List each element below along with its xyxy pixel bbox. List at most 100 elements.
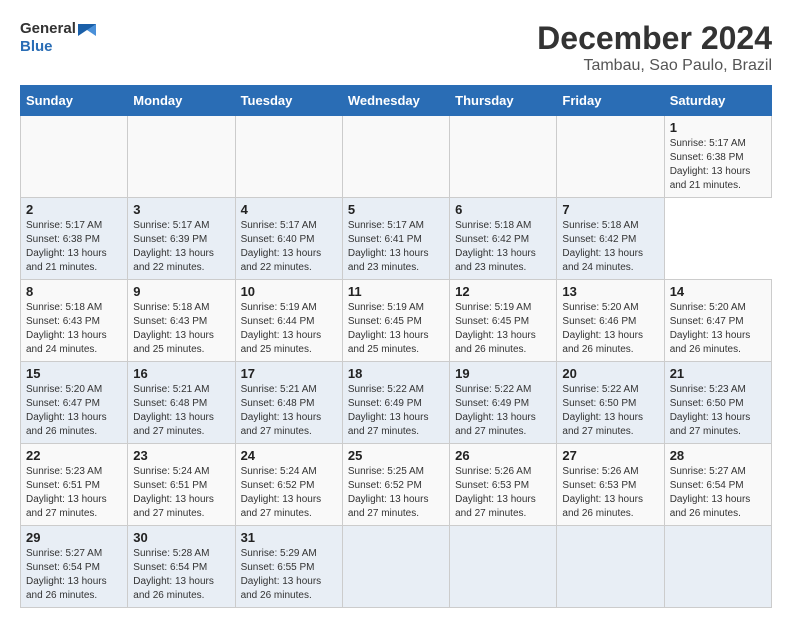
day-cell-22: 22 Sunrise: 5:23 AMSunset: 6:51 PMDaylig… bbox=[21, 444, 128, 526]
day-number: 14 bbox=[670, 284, 766, 299]
day-cell-4: 4 Sunrise: 5:17 AMSunset: 6:40 PMDayligh… bbox=[235, 198, 342, 280]
day-cell-21: 21 Sunrise: 5:23 AMSunset: 6:50 PMDaylig… bbox=[664, 362, 771, 444]
day-info: Sunrise: 5:18 AMSunset: 6:43 PMDaylight:… bbox=[26, 301, 122, 357]
header-sunday: Sunday bbox=[21, 86, 128, 116]
day-info: Sunrise: 5:17 AMSunset: 6:39 PMDaylight:… bbox=[133, 219, 229, 275]
day-info: Sunrise: 5:21 AMSunset: 6:48 PMDaylight:… bbox=[241, 383, 337, 439]
title-area: December 2024 Tambau, Sao Paulo, Brazil bbox=[537, 20, 772, 75]
day-info: Sunrise: 5:29 AMSunset: 6:55 PMDaylight:… bbox=[241, 547, 337, 603]
day-number: 5 bbox=[348, 202, 444, 217]
day-number: 26 bbox=[455, 448, 551, 463]
empty-cell bbox=[128, 116, 235, 198]
month-title: December 2024 bbox=[537, 20, 772, 57]
day-cell-1: 1 Sunrise: 5:17 AMSunset: 6:38 PMDayligh… bbox=[664, 116, 771, 198]
logo: General Blue bbox=[20, 20, 96, 56]
day-number: 16 bbox=[133, 366, 229, 381]
week-row-2: 8 Sunrise: 5:18 AMSunset: 6:43 PMDayligh… bbox=[21, 280, 772, 362]
day-info: Sunrise: 5:21 AMSunset: 6:48 PMDaylight:… bbox=[133, 383, 229, 439]
day-number: 8 bbox=[26, 284, 122, 299]
day-info: Sunrise: 5:19 AMSunset: 6:45 PMDaylight:… bbox=[455, 301, 551, 357]
header-saturday: Saturday bbox=[664, 86, 771, 116]
day-cell-23: 23 Sunrise: 5:24 AMSunset: 6:51 PMDaylig… bbox=[128, 444, 235, 526]
day-cell-5: 5 Sunrise: 5:17 AMSunset: 6:41 PMDayligh… bbox=[342, 198, 449, 280]
day-cell-31: 31 Sunrise: 5:29 AMSunset: 6:55 PMDaylig… bbox=[235, 526, 342, 608]
day-number: 1 bbox=[670, 120, 766, 135]
day-number: 21 bbox=[670, 366, 766, 381]
empty-cell bbox=[21, 116, 128, 198]
day-cell-8: 8 Sunrise: 5:18 AMSunset: 6:43 PMDayligh… bbox=[21, 280, 128, 362]
day-number: 29 bbox=[26, 530, 122, 545]
day-cell-28: 28 Sunrise: 5:27 AMSunset: 6:54 PMDaylig… bbox=[664, 444, 771, 526]
day-info: Sunrise: 5:27 AMSunset: 6:54 PMDaylight:… bbox=[670, 465, 766, 521]
day-number: 23 bbox=[133, 448, 229, 463]
day-cell-10: 10 Sunrise: 5:19 AMSunset: 6:44 PMDaylig… bbox=[235, 280, 342, 362]
location: Tambau, Sao Paulo, Brazil bbox=[537, 57, 772, 75]
day-number: 10 bbox=[241, 284, 337, 299]
day-info: Sunrise: 5:18 AMSunset: 6:42 PMDaylight:… bbox=[562, 219, 658, 275]
header-friday: Friday bbox=[557, 86, 664, 116]
day-number: 11 bbox=[348, 284, 444, 299]
day-info: Sunrise: 5:20 AMSunset: 6:47 PMDaylight:… bbox=[670, 301, 766, 357]
day-number: 12 bbox=[455, 284, 551, 299]
day-number: 18 bbox=[348, 366, 444, 381]
day-cell-12: 12 Sunrise: 5:19 AMSunset: 6:45 PMDaylig… bbox=[450, 280, 557, 362]
day-number: 13 bbox=[562, 284, 658, 299]
day-number: 7 bbox=[562, 202, 658, 217]
day-info: Sunrise: 5:17 AMSunset: 6:38 PMDaylight:… bbox=[670, 137, 766, 193]
day-number: 2 bbox=[26, 202, 122, 217]
day-info: Sunrise: 5:27 AMSunset: 6:54 PMDaylight:… bbox=[26, 547, 122, 603]
day-info: Sunrise: 5:19 AMSunset: 6:44 PMDaylight:… bbox=[241, 301, 337, 357]
day-cell-13: 13 Sunrise: 5:20 AMSunset: 6:46 PMDaylig… bbox=[557, 280, 664, 362]
day-cell-11: 11 Sunrise: 5:19 AMSunset: 6:45 PMDaylig… bbox=[342, 280, 449, 362]
week-row-1: 2 Sunrise: 5:17 AMSunset: 6:38 PMDayligh… bbox=[21, 198, 772, 280]
day-number: 4 bbox=[241, 202, 337, 217]
header-wednesday: Wednesday bbox=[342, 86, 449, 116]
header-thursday: Thursday bbox=[450, 86, 557, 116]
day-cell-20: 20 Sunrise: 5:22 AMSunset: 6:50 PMDaylig… bbox=[557, 362, 664, 444]
day-info: Sunrise: 5:20 AMSunset: 6:47 PMDaylight:… bbox=[26, 383, 122, 439]
week-row-0: 1 Sunrise: 5:17 AMSunset: 6:38 PMDayligh… bbox=[21, 116, 772, 198]
day-number: 17 bbox=[241, 366, 337, 381]
day-info: Sunrise: 5:19 AMSunset: 6:45 PMDaylight:… bbox=[348, 301, 444, 357]
day-cell-19: 19 Sunrise: 5:22 AMSunset: 6:49 PMDaylig… bbox=[450, 362, 557, 444]
empty-cell bbox=[342, 116, 449, 198]
day-info: Sunrise: 5:18 AMSunset: 6:42 PMDaylight:… bbox=[455, 219, 551, 275]
day-info: Sunrise: 5:20 AMSunset: 6:46 PMDaylight:… bbox=[562, 301, 658, 357]
day-number: 9 bbox=[133, 284, 229, 299]
day-info: Sunrise: 5:26 AMSunset: 6:53 PMDaylight:… bbox=[562, 465, 658, 521]
empty-cell bbox=[450, 526, 557, 608]
day-cell-3: 3 Sunrise: 5:17 AMSunset: 6:39 PMDayligh… bbox=[128, 198, 235, 280]
header-row: SundayMondayTuesdayWednesdayThursdayFrid… bbox=[21, 86, 772, 116]
day-number: 22 bbox=[26, 448, 122, 463]
day-info: Sunrise: 5:24 AMSunset: 6:52 PMDaylight:… bbox=[241, 465, 337, 521]
empty-cell bbox=[342, 526, 449, 608]
day-cell-2: 2 Sunrise: 5:17 AMSunset: 6:38 PMDayligh… bbox=[21, 198, 128, 280]
day-info: Sunrise: 5:22 AMSunset: 6:49 PMDaylight:… bbox=[348, 383, 444, 439]
day-info: Sunrise: 5:17 AMSunset: 6:40 PMDaylight:… bbox=[241, 219, 337, 275]
day-cell-29: 29 Sunrise: 5:27 AMSunset: 6:54 PMDaylig… bbox=[21, 526, 128, 608]
day-number: 20 bbox=[562, 366, 658, 381]
empty-cell bbox=[450, 116, 557, 198]
logo-general: General bbox=[20, 20, 96, 38]
day-cell-18: 18 Sunrise: 5:22 AMSunset: 6:49 PMDaylig… bbox=[342, 362, 449, 444]
week-row-4: 22 Sunrise: 5:23 AMSunset: 6:51 PMDaylig… bbox=[21, 444, 772, 526]
empty-cell bbox=[557, 526, 664, 608]
day-cell-24: 24 Sunrise: 5:24 AMSunset: 6:52 PMDaylig… bbox=[235, 444, 342, 526]
day-cell-16: 16 Sunrise: 5:21 AMSunset: 6:48 PMDaylig… bbox=[128, 362, 235, 444]
logo-blue: Blue bbox=[20, 38, 96, 56]
day-cell-15: 15 Sunrise: 5:20 AMSunset: 6:47 PMDaylig… bbox=[21, 362, 128, 444]
day-number: 27 bbox=[562, 448, 658, 463]
day-cell-17: 17 Sunrise: 5:21 AMSunset: 6:48 PMDaylig… bbox=[235, 362, 342, 444]
day-cell-6: 6 Sunrise: 5:18 AMSunset: 6:42 PMDayligh… bbox=[450, 198, 557, 280]
week-row-3: 15 Sunrise: 5:20 AMSunset: 6:47 PMDaylig… bbox=[21, 362, 772, 444]
day-cell-26: 26 Sunrise: 5:26 AMSunset: 6:53 PMDaylig… bbox=[450, 444, 557, 526]
day-info: Sunrise: 5:18 AMSunset: 6:43 PMDaylight:… bbox=[133, 301, 229, 357]
calendar-table: SundayMondayTuesdayWednesdayThursdayFrid… bbox=[20, 85, 772, 608]
page-header: General Blue December 2024 Tambau, Sao P… bbox=[20, 20, 772, 75]
day-cell-7: 7 Sunrise: 5:18 AMSunset: 6:42 PMDayligh… bbox=[557, 198, 664, 280]
day-info: Sunrise: 5:24 AMSunset: 6:51 PMDaylight:… bbox=[133, 465, 229, 521]
empty-cell bbox=[235, 116, 342, 198]
day-cell-27: 27 Sunrise: 5:26 AMSunset: 6:53 PMDaylig… bbox=[557, 444, 664, 526]
header-tuesday: Tuesday bbox=[235, 86, 342, 116]
day-number: 6 bbox=[455, 202, 551, 217]
